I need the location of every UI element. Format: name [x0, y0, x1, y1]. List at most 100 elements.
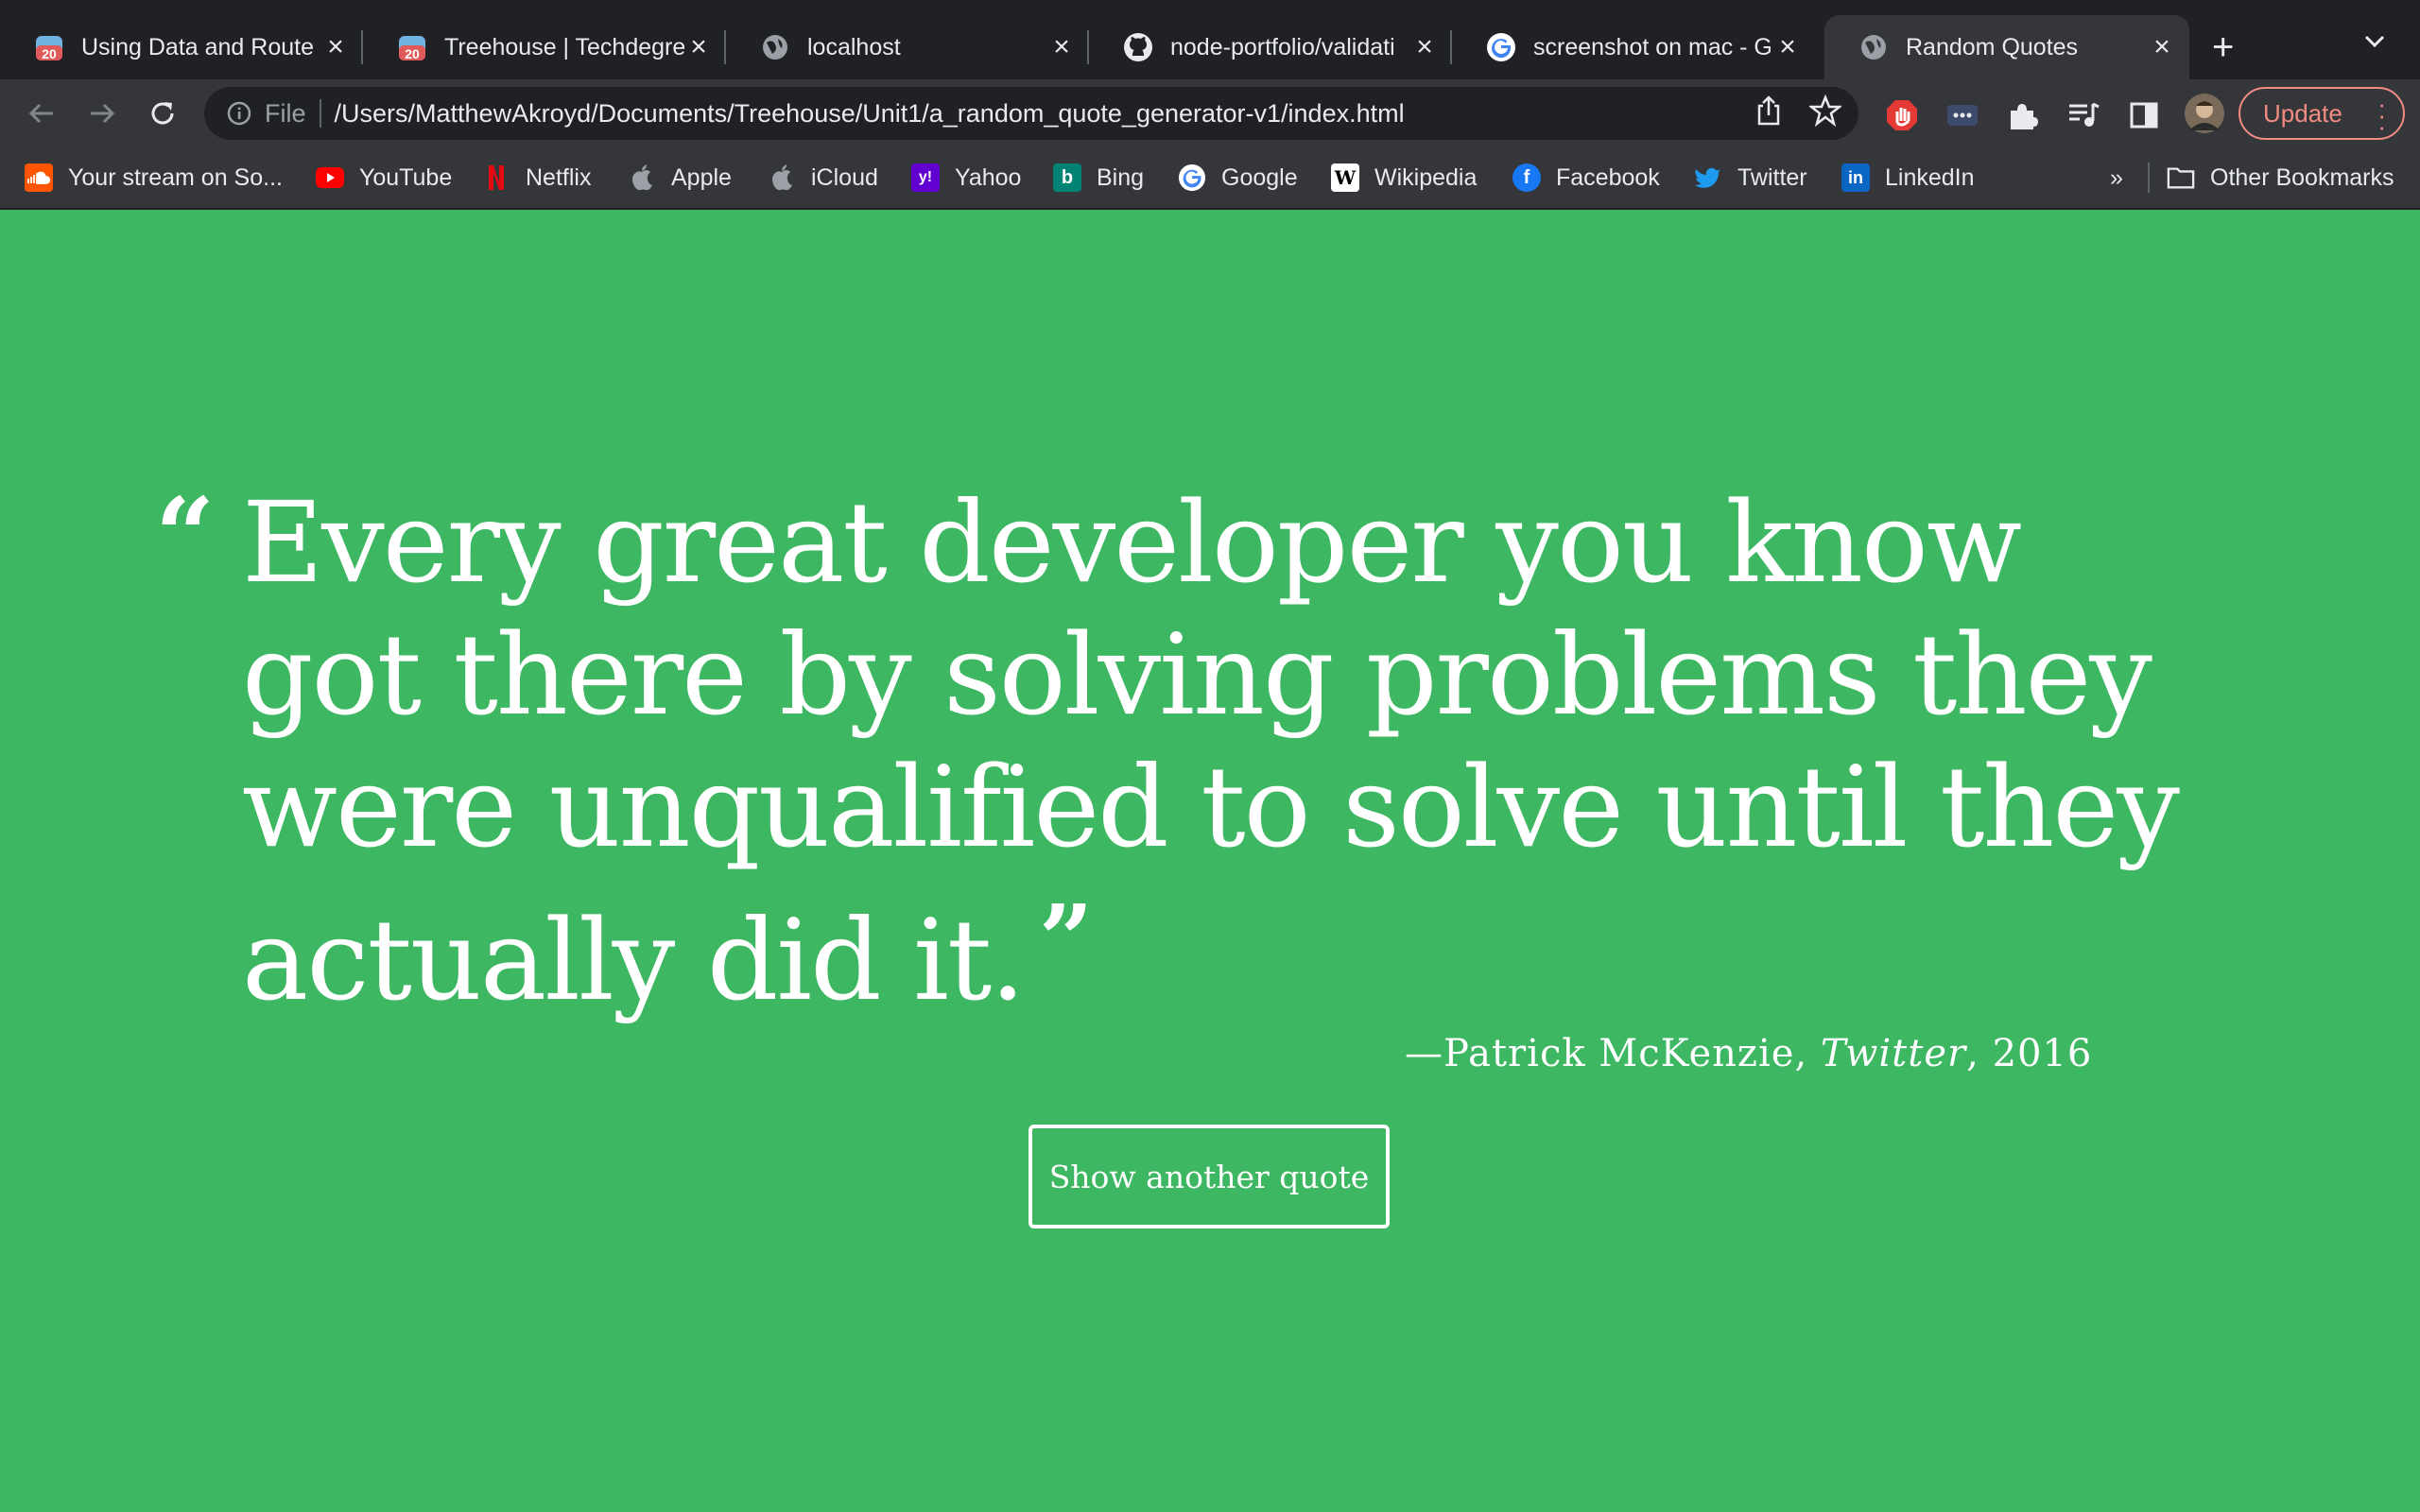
- twitter-icon: [1694, 163, 1722, 192]
- tab-title: Treehouse | Techdegre: [444, 33, 684, 60]
- treehouse-icon: 20: [34, 32, 64, 62]
- close-icon[interactable]: ×: [1047, 31, 1076, 63]
- browser-toolbar: File /Users/MatthewAkroyd/Documents/Tree…: [0, 79, 2420, 147]
- close-icon[interactable]: ×: [2148, 31, 2176, 63]
- year: 2016: [1992, 1032, 2093, 1075]
- netflix-icon: [482, 163, 510, 192]
- bookmarks-bar: Your stream on So... YouTube Netflix App…: [0, 147, 2420, 210]
- bookmark-facebook[interactable]: f Facebook: [1512, 161, 1660, 195]
- address-bar[interactable]: File /Users/MatthewAkroyd/Documents/Tree…: [204, 87, 1858, 140]
- bookmark-label: Netflix: [526, 163, 592, 191]
- update-button[interactable]: Update · · ·: [2238, 87, 2405, 140]
- bookmark-label: Google: [1221, 163, 1298, 191]
- facebook-icon: f: [1512, 163, 1541, 192]
- open-quote-mark: “: [155, 474, 216, 596]
- quote-source: —Patrick McKenzie, Twitter, 2016: [1405, 1032, 2092, 1075]
- tab-title: Random Quotes: [1906, 33, 2079, 60]
- side-panel-icon[interactable]: [2125, 96, 2163, 134]
- back-button[interactable]: [21, 93, 62, 134]
- source-separator: ,: [1794, 1032, 1821, 1075]
- bookmark-label: Your stream on So...: [68, 163, 283, 191]
- quote: Every great developer you know got there…: [242, 476, 2227, 1026]
- bookmark-star-icon[interactable]: [1807, 94, 1843, 133]
- treehouse-icon: 20: [397, 32, 427, 62]
- bookmark-yahoo[interactable]: y! Yahoo: [911, 161, 1021, 195]
- avatar[interactable]: [2184, 93, 2225, 134]
- globe-icon: [1858, 32, 1889, 62]
- google-icon: [1178, 163, 1206, 192]
- bing-icon: b: [1053, 163, 1081, 192]
- close-icon[interactable]: ×: [1410, 31, 1439, 63]
- media-queue-icon[interactable]: [2065, 96, 2102, 134]
- bookmark-label: Apple: [671, 163, 732, 191]
- extension-dots-icon[interactable]: [1944, 96, 1981, 134]
- bookmark-linkedin[interactable]: in LinkedIn: [1841, 161, 1975, 195]
- bookmark-label: YouTube: [359, 163, 453, 191]
- bookmark-google[interactable]: Google: [1178, 161, 1298, 195]
- citation: Twitter: [1820, 1032, 1967, 1075]
- bookmark-twitter[interactable]: Twitter: [1694, 161, 1807, 195]
- bookmarks-overflow-button[interactable]: »: [2110, 161, 2123, 195]
- tab-localhost[interactable]: localhost ×: [726, 15, 1089, 79]
- tab-title: Using Data and Route: [81, 33, 314, 60]
- bookmark-icloud[interactable]: iCloud: [768, 161, 878, 195]
- yahoo-icon: y!: [911, 163, 940, 192]
- divider: [2148, 163, 2150, 193]
- url-text[interactable]: /Users/MatthewAkroyd/Documents/Treehouse…: [335, 99, 1405, 129]
- svg-text:20: 20: [405, 46, 420, 61]
- bookmark-label: Bing: [1097, 163, 1145, 191]
- tab-title: localhost: [807, 33, 901, 60]
- puzzle-icon[interactable]: [2004, 96, 2042, 134]
- divider: [319, 99, 321, 128]
- youtube-icon: [316, 163, 344, 192]
- bookmark-label: Yahoo: [955, 163, 1022, 191]
- quote-text: Every great developer you know got there…: [242, 477, 2180, 1025]
- bookmark-soundcloud[interactable]: Your stream on So...: [25, 161, 283, 195]
- tab-title: screenshot on mac - G: [1533, 33, 1772, 60]
- bookmark-label: Wikipedia: [1374, 163, 1478, 191]
- close-icon[interactable]: ×: [1773, 31, 1802, 63]
- tab-node-portfolio[interactable]: node-portfolio/validati ×: [1089, 15, 1452, 79]
- bookmark-netflix[interactable]: Netflix: [482, 161, 591, 195]
- bookmark-label: Other Bookmarks: [2210, 163, 2394, 191]
- tab-using-data-and-route[interactable]: 20 Using Data and Route ×: [0, 15, 363, 79]
- soundcloud-icon: [25, 163, 53, 192]
- wikipedia-icon: W: [1331, 163, 1359, 192]
- tab-screenshot-on-mac[interactable]: screenshot on mac - G ×: [1452, 15, 1815, 79]
- more-vert-icon[interactable]: · · ·: [2377, 92, 2386, 139]
- google-icon: [1486, 32, 1516, 62]
- scheme-label: File: [265, 98, 306, 128]
- github-icon: [1123, 32, 1153, 62]
- globe-icon: [760, 32, 790, 62]
- new-tab-button[interactable]: +: [2212, 26, 2234, 69]
- apple-icon: [768, 163, 796, 192]
- source-name: Patrick McKenzie: [1443, 1032, 1795, 1075]
- tab-strip: 20 Using Data and Route × 20 Treehouse |…: [0, 0, 2420, 79]
- tab-random-quotes[interactable]: Random Quotes ×: [1824, 15, 2189, 79]
- bookmark-other-bookmarks[interactable]: Other Bookmarks: [2167, 161, 2394, 195]
- svg-text:20: 20: [42, 46, 57, 61]
- bookmark-apple[interactable]: Apple: [628, 161, 732, 195]
- forward-button[interactable]: [81, 93, 123, 134]
- tab-treehouse-techdegree[interactable]: 20 Treehouse | Techdegre ×: [363, 15, 726, 79]
- close-quote-mark: ”: [1038, 884, 1094, 995]
- bookmark-bing[interactable]: b Bing: [1053, 161, 1144, 195]
- page-content: “ Every great developer you know got the…: [0, 210, 2420, 1512]
- apple-icon: [628, 163, 656, 192]
- bookmark-label: LinkedIn: [1885, 163, 1975, 191]
- bookmark-label: Twitter: [1737, 163, 1807, 191]
- bookmark-youtube[interactable]: YouTube: [316, 161, 452, 195]
- info-icon[interactable]: [225, 99, 253, 128]
- bookmark-wikipedia[interactable]: W Wikipedia: [1331, 161, 1477, 195]
- close-icon[interactable]: ×: [684, 31, 713, 63]
- source-dash: —: [1405, 1032, 1443, 1075]
- tab-title: node-portfolio/validati: [1170, 33, 1395, 60]
- show-another-quote-button[interactable]: Show another quote: [1028, 1125, 1390, 1228]
- bookmark-label: Facebook: [1556, 163, 1660, 191]
- folder-icon: [2167, 163, 2195, 192]
- reload-button[interactable]: [142, 93, 183, 134]
- share-icon[interactable]: [1754, 94, 1783, 133]
- tab-search-chevron-icon[interactable]: [2363, 34, 2386, 54]
- adblock-icon[interactable]: [1883, 96, 1921, 134]
- close-icon[interactable]: ×: [321, 31, 350, 63]
